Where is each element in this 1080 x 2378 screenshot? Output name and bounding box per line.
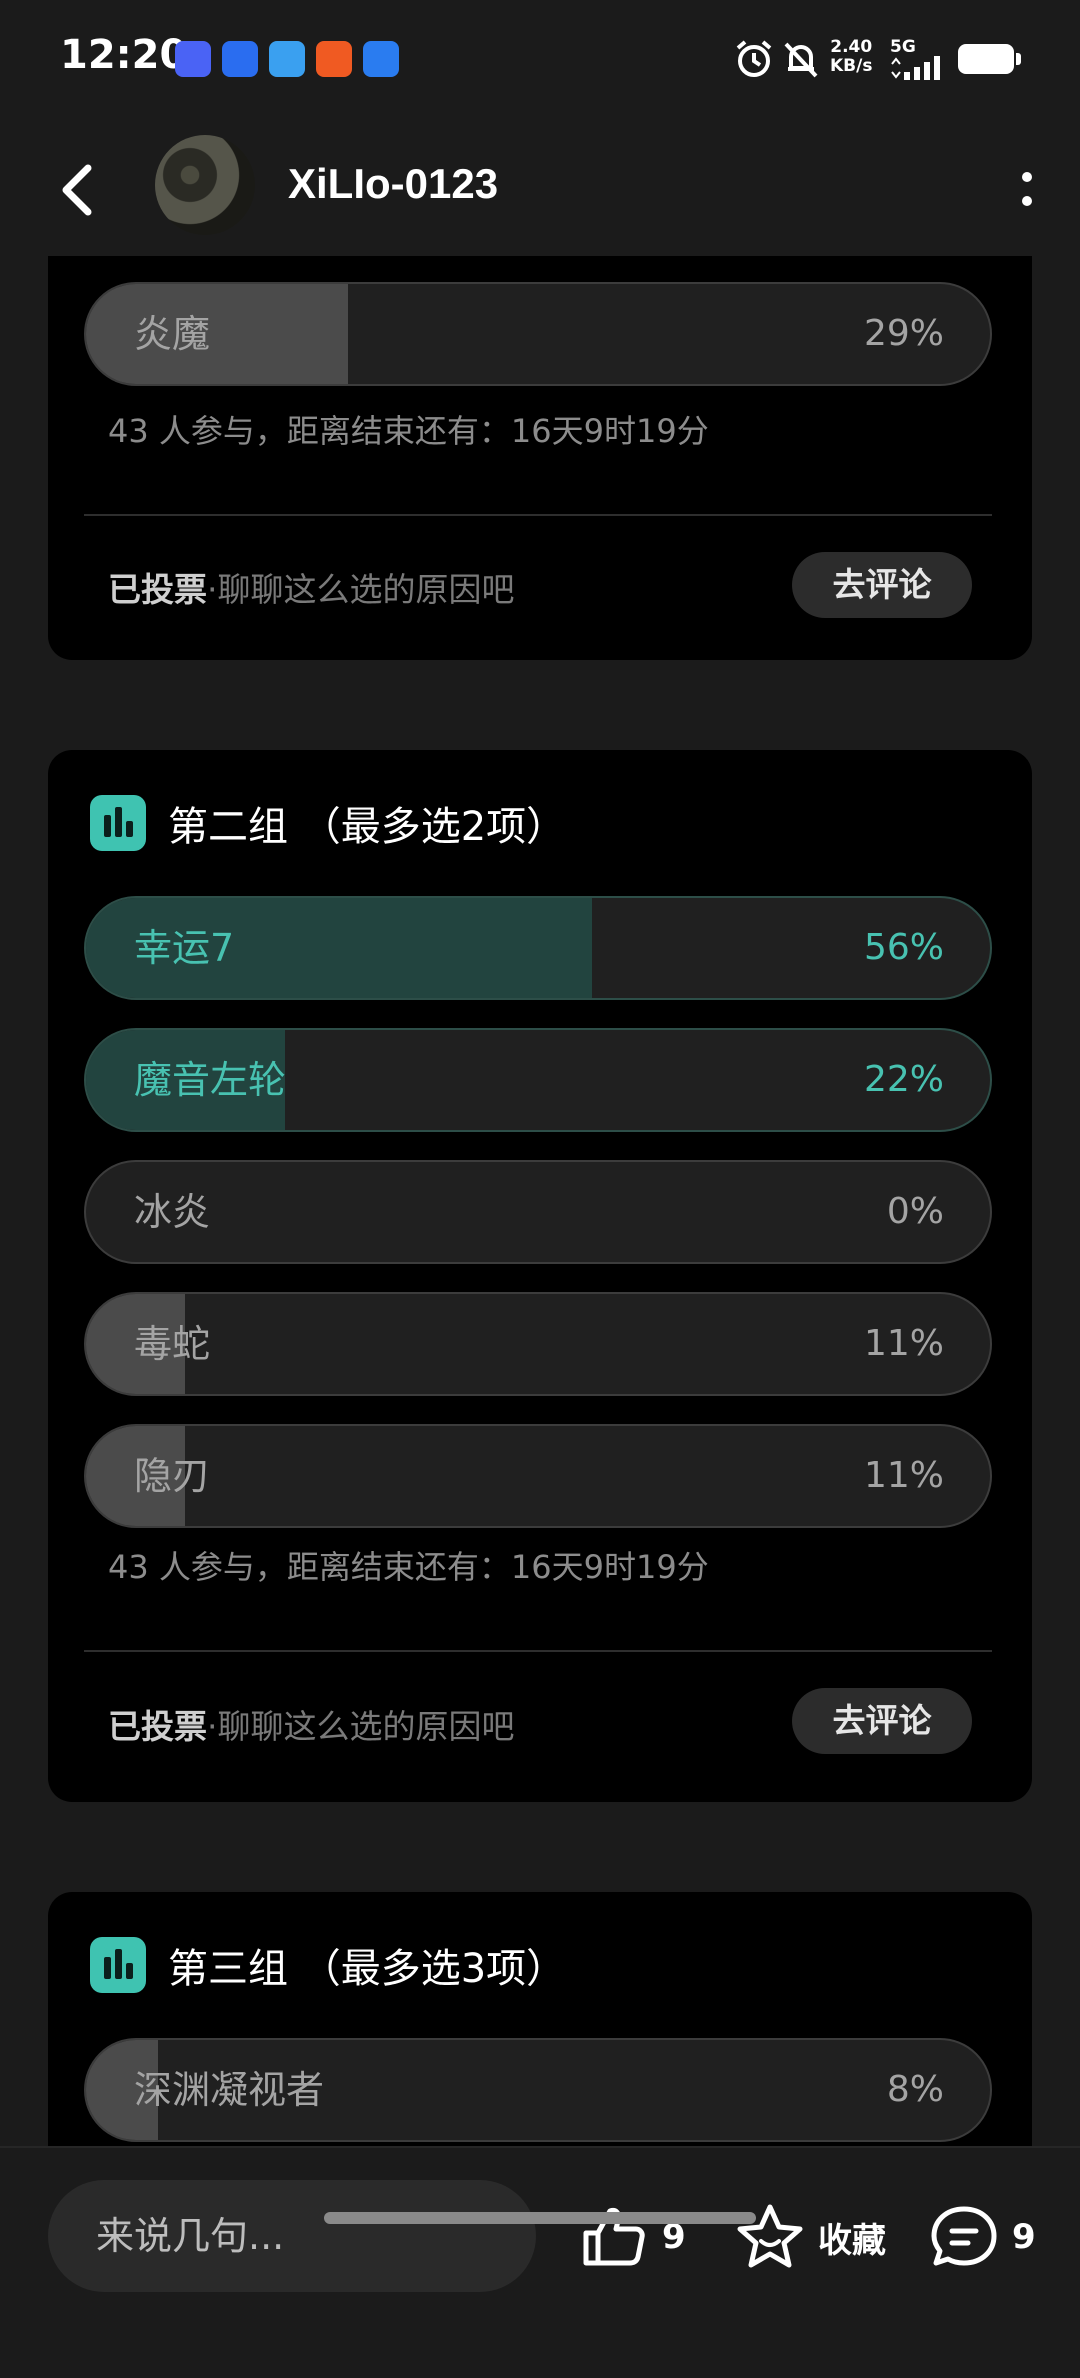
poll-group-title: 第三组 （最多选3项） bbox=[90, 1936, 566, 1994]
option-percent: 11% bbox=[863, 1455, 944, 1496]
home-indicator[interactable] bbox=[324, 2212, 756, 2224]
status-bar: 12:20 2.40 KB/s 5G bbox=[0, 0, 1080, 120]
poll-option[interactable]: 魔音左轮 22% bbox=[84, 1028, 992, 1132]
option-label: 炎魔 bbox=[134, 312, 211, 356]
poll-option[interactable]: 冰炎 0% bbox=[84, 1160, 992, 1264]
bottom-action-bar: 来说几句... 9 收藏 9 bbox=[0, 2146, 1080, 2378]
option-percent: 11% bbox=[863, 1323, 944, 1364]
option-fill-bar bbox=[86, 284, 349, 384]
voted-status: 已投票·聊聊这么选的原因吧 bbox=[108, 570, 515, 609]
poll-content[interactable]: 炎魔 29% 43 人参与，距离结束还有：16天9时19分 已投票·聊聊这么选的… bbox=[0, 256, 1080, 2146]
option-percent: 22% bbox=[863, 1059, 944, 1100]
option-percent: 29% bbox=[863, 313, 944, 354]
browser-app-icon bbox=[222, 41, 258, 77]
like-button[interactable]: 9 bbox=[578, 2192, 686, 2282]
poll-option[interactable]: 深渊凝视者 8% bbox=[84, 2038, 992, 2142]
option-percent: 8% bbox=[886, 2069, 944, 2110]
divider bbox=[84, 514, 992, 516]
bell-off-icon bbox=[784, 42, 818, 78]
option-label: 冰炎 bbox=[134, 1190, 211, 1234]
poll-chart-icon bbox=[90, 795, 146, 851]
poll-card: 炎魔 29% 43 人参与，距离结束还有：16天9时19分 已投票·聊聊这么选的… bbox=[48, 256, 1032, 660]
option-label: 隐刃 bbox=[134, 1454, 211, 1498]
net-speed: 2.40 KB/s bbox=[830, 37, 873, 76]
go-comment-button[interactable]: 去评论 bbox=[792, 552, 972, 618]
poll-option[interactable]: 幸运7 56% bbox=[84, 896, 992, 1000]
network-type: 5G bbox=[890, 37, 916, 57]
favorite-button[interactable]: 收藏 bbox=[734, 2192, 886, 2282]
option-label: 幸运7 bbox=[134, 926, 235, 970]
alarm-icon bbox=[736, 40, 772, 77]
vivo-app-icon bbox=[175, 41, 211, 77]
username[interactable]: XiLIo-0123 bbox=[288, 160, 498, 208]
option-label: 毒蛇 bbox=[134, 1322, 211, 1366]
option-label: 深渊凝视者 bbox=[134, 2068, 325, 2112]
top-app-bar: XiLIo-0123 bbox=[0, 120, 1080, 256]
poll-meta: 43 人参与，距离结束还有：16天9时19分 bbox=[108, 412, 709, 450]
comment-count: 9 bbox=[1012, 2217, 1036, 2257]
poll-card: 第二组 （最多选2项） 幸运7 56% 魔音左轮 22% 冰炎 0% 毒蛇 11… bbox=[48, 750, 1032, 1802]
back-button[interactable] bbox=[50, 160, 110, 220]
voted-status: 已投票·聊聊这么选的原因吧 bbox=[108, 1707, 515, 1746]
poll-chart-icon bbox=[90, 1937, 146, 1993]
poll-group-title: 第二组 （最多选2项） bbox=[90, 794, 566, 852]
poll-option[interactable]: 炎魔 29% bbox=[84, 282, 992, 386]
go-comment-button[interactable]: 去评论 bbox=[792, 1688, 972, 1754]
poll-meta: 43 人参与，距离结束还有：16天9时19分 bbox=[108, 1548, 709, 1586]
option-percent: 0% bbox=[886, 1191, 944, 1232]
poll-card: 第三组 （最多选3项） 深渊凝视者 8% bbox=[48, 1892, 1032, 2146]
poll-option[interactable]: 隐刃 11% bbox=[84, 1424, 992, 1528]
status-time: 12:20 bbox=[60, 32, 188, 78]
comment-bubble-icon bbox=[931, 2206, 997, 2266]
more-options-button[interactable] bbox=[1000, 160, 1050, 220]
cloud-app-icon bbox=[269, 41, 305, 77]
message-app-icon bbox=[363, 41, 399, 77]
option-label: 魔音左轮 bbox=[134, 1058, 287, 1102]
poll-option[interactable]: 毒蛇 11% bbox=[84, 1292, 992, 1396]
favorite-label: 收藏 bbox=[818, 2220, 886, 2261]
avatar[interactable] bbox=[155, 135, 255, 235]
option-percent: 56% bbox=[863, 927, 944, 968]
comment-input[interactable]: 来说几句... bbox=[48, 2180, 536, 2292]
taobao-app-icon bbox=[316, 41, 352, 77]
comments-button[interactable]: 9 bbox=[928, 2192, 1036, 2282]
battery-icon bbox=[958, 44, 1021, 74]
divider bbox=[84, 1650, 992, 1652]
signal-icon bbox=[891, 56, 940, 80]
